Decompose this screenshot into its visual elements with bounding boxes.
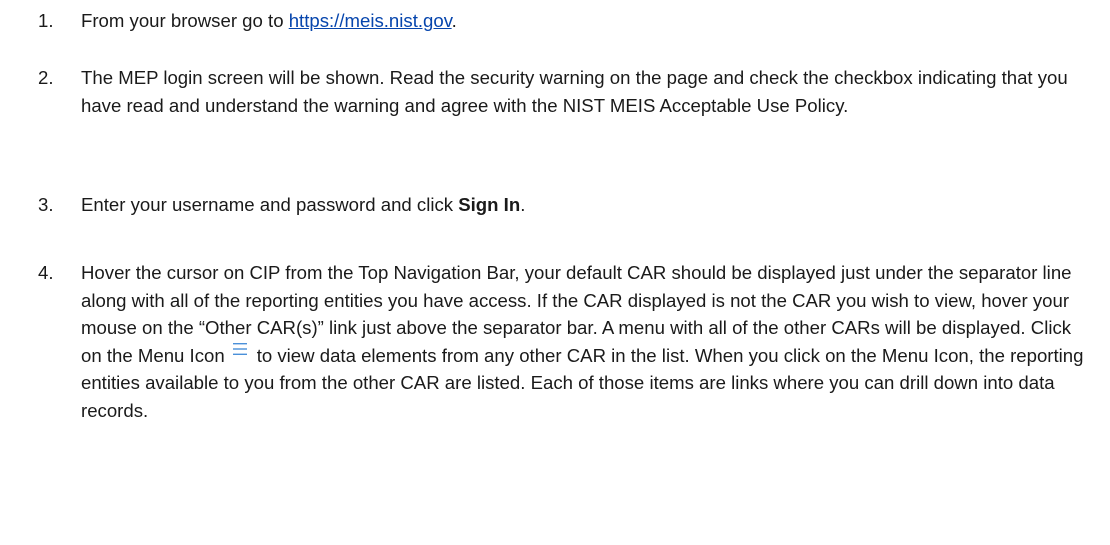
step-text-after: .	[451, 10, 457, 31]
meis-link[interactable]: https://meis.nist.gov	[289, 10, 452, 31]
step-number: 2.	[38, 67, 54, 88]
step-number: 3.	[38, 194, 54, 215]
step-1: 1. From your browser go to https://meis.…	[38, 7, 1088, 35]
step-text-before: From your browser go to	[81, 10, 289, 31]
step-text: The MEP login screen will be shown. Read…	[81, 67, 1068, 116]
document-page: 1. From your browser go to https://meis.…	[0, 0, 1110, 545]
step-2: 2. The MEP login screen will be shown. R…	[38, 64, 1088, 119]
step-number: 1.	[38, 10, 54, 31]
menu-icon	[232, 342, 247, 356]
sign-in-label: Sign In	[458, 194, 521, 215]
step-3: 3. Enter your username and password and …	[38, 191, 1088, 219]
step-4: 4. Hover the cursor on CIP from the Top …	[38, 259, 1088, 424]
step-text: Hover the cursor on CIP from the Top Nav…	[81, 259, 1088, 424]
step-text-after: .	[520, 194, 526, 215]
step-text-before: Enter your username and password and cli…	[81, 194, 459, 215]
step-text: Enter your username and password and cli…	[81, 191, 1088, 219]
step-text-part2: to view data elements from any other CAR…	[81, 344, 1084, 421]
step-text: From your browser go to https://meis.nis…	[81, 7, 1088, 35]
step-number: 4.	[38, 262, 54, 283]
